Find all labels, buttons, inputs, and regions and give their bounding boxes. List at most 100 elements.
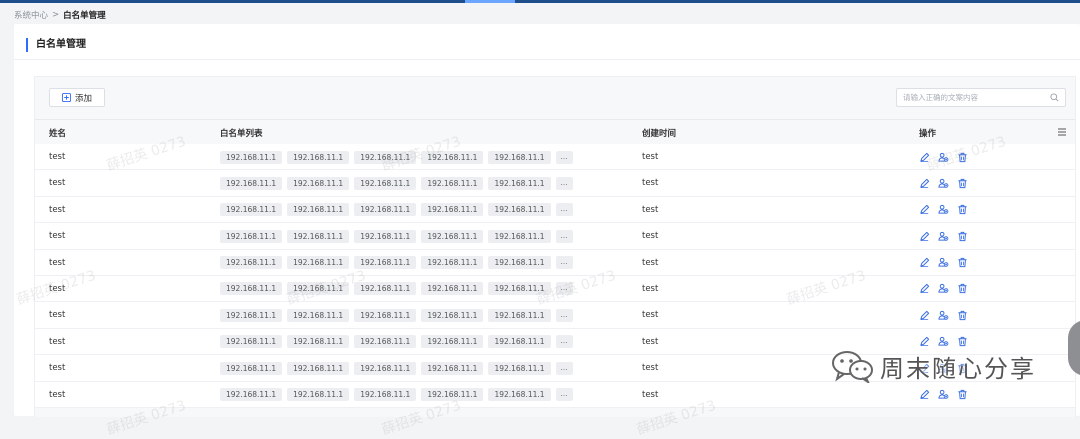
ip-tag: 192.168.11.1	[220, 335, 283, 349]
delete-icon[interactable]	[957, 283, 968, 294]
user-group-icon[interactable]	[938, 283, 949, 294]
title-divider	[14, 59, 1080, 60]
ip-tag: 192.168.11.1	[287, 335, 350, 349]
edit-icon[interactable]	[919, 204, 930, 215]
more-ips-tag[interactable]: ...	[555, 361, 573, 375]
delete-icon[interactable]	[957, 389, 968, 400]
row-ip-list: 192.168.11.1 192.168.11.1 192.168.11.1 192.…	[220, 276, 573, 302]
user-group-icon[interactable]	[938, 231, 949, 242]
table-header: 姓名 白名单列表 创建时间 操作	[35, 119, 1075, 144]
search-icon[interactable]	[1050, 93, 1059, 102]
edit-icon[interactable]	[919, 283, 930, 294]
more-ips-tag[interactable]: ...	[555, 282, 573, 296]
row-ip-list: 192.168.11.1 192.168.11.1 192.168.11.1 192.…	[220, 355, 573, 381]
delete-icon[interactable]	[957, 310, 968, 321]
ip-tag: 192.168.11.1	[287, 308, 350, 322]
ip-tag: 192.168.11.1	[287, 229, 350, 243]
column-settings-icon[interactable]	[1057, 127, 1067, 137]
breadcrumb-separator: >	[52, 10, 60, 20]
user-group-icon[interactable]	[938, 152, 949, 163]
row-ip-list: 192.168.11.1 192.168.11.1 192.168.11.1 192.…	[220, 144, 573, 170]
more-ips-tag[interactable]: ...	[555, 388, 573, 402]
ip-tag: 192.168.11.1	[220, 282, 283, 296]
ip-tag: 192.168.11.1	[354, 229, 417, 243]
search-box[interactable]	[896, 88, 1066, 107]
ip-tag: 192.168.11.1	[421, 361, 484, 375]
column-header-name: 姓名	[49, 129, 67, 139]
user-group-icon[interactable]	[938, 310, 949, 321]
table-row: test 192.168.11.1 192.168.11.1 192.168.11.1…	[35, 275, 1075, 303]
floating-button[interactable]	[1068, 320, 1080, 376]
edit-icon[interactable]	[919, 257, 930, 268]
active-tab-indicator	[465, 0, 515, 3]
row-created-time: test	[642, 336, 659, 347]
edit-icon[interactable]	[919, 389, 930, 400]
ip-tag: 192.168.11.1	[488, 150, 551, 164]
row-actions	[919, 197, 968, 223]
edit-icon[interactable]	[919, 178, 930, 189]
edit-icon[interactable]	[919, 152, 930, 163]
add-button[interactable]: 添加	[49, 88, 105, 107]
ip-tag: 192.168.11.1	[354, 308, 417, 322]
ip-tag: 192.168.11.1	[354, 176, 417, 190]
ip-tag: 192.168.11.1	[220, 308, 283, 322]
ip-tag: 192.168.11.1	[488, 388, 551, 402]
ip-tag: 192.168.11.1	[421, 229, 484, 243]
delete-icon[interactable]	[957, 152, 968, 163]
ip-tag: 192.168.11.1	[220, 361, 283, 375]
ip-tag: 192.168.11.1	[354, 256, 417, 270]
row-created-time: test	[642, 257, 659, 268]
delete-icon[interactable]	[957, 257, 968, 268]
user-group-icon[interactable]	[938, 389, 949, 400]
user-group-icon[interactable]	[938, 204, 949, 215]
ip-tag: 192.168.11.1	[354, 282, 417, 296]
row-name: test	[49, 336, 66, 347]
more-ips-tag[interactable]: ...	[555, 229, 573, 243]
table-row: test 192.168.11.1 192.168.11.1 192.168.11.1…	[35, 170, 1075, 197]
ip-tag: 192.168.11.1	[488, 308, 551, 322]
user-group-icon[interactable]	[938, 178, 949, 189]
ip-tag: 192.168.11.1	[421, 388, 484, 402]
ip-tag: 192.168.11.1	[287, 256, 350, 270]
edit-icon[interactable]	[919, 231, 930, 242]
search-input[interactable]	[903, 91, 1043, 104]
row-created-time: test	[642, 363, 659, 374]
ip-tag: 192.168.11.1	[421, 308, 484, 322]
more-ips-tag[interactable]: ...	[555, 150, 573, 164]
more-ips-tag[interactable]: ...	[555, 256, 573, 270]
wechat-logo-icon	[832, 351, 873, 383]
top-accent-bar	[0, 0, 1080, 3]
row-created-time: test	[642, 152, 659, 162]
ip-tag: 192.168.11.1	[287, 150, 350, 164]
more-ips-tag[interactable]: ...	[555, 203, 573, 217]
table-row: test 192.168.11.1 192.168.11.1 192.168.11.1…	[35, 144, 1075, 171]
more-ips-tag[interactable]: ...	[555, 335, 573, 349]
ip-tag: 192.168.11.1	[220, 229, 283, 243]
more-ips-tag[interactable]: ...	[555, 308, 573, 322]
ip-tag: 192.168.11.1	[354, 335, 417, 349]
ip-tag: 192.168.11.1	[421, 150, 484, 164]
row-actions	[919, 223, 968, 249]
column-header-ops: 操作	[919, 129, 937, 139]
row-name: test	[49, 178, 66, 189]
row-ip-list: 192.168.11.1 192.168.11.1 192.168.11.1 192.…	[220, 382, 573, 408]
breadcrumb-parent[interactable]: 系统中心	[14, 9, 48, 21]
add-icon	[61, 93, 71, 102]
delete-icon[interactable]	[957, 231, 968, 242]
edit-icon[interactable]	[919, 310, 930, 321]
user-group-icon[interactable]	[938, 257, 949, 268]
row-name: test	[49, 310, 66, 321]
more-ips-tag[interactable]: ...	[555, 176, 573, 190]
delete-icon[interactable]	[957, 204, 968, 215]
column-header-ips: 白名单列表	[220, 129, 263, 139]
ip-tag: 192.168.11.1	[421, 256, 484, 270]
delete-icon[interactable]	[957, 178, 968, 189]
row-created-time: test	[642, 389, 659, 400]
ip-tag: 192.168.11.1	[287, 176, 350, 190]
row-actions	[919, 276, 968, 302]
ip-tag: 192.168.11.1	[488, 176, 551, 190]
row-name: test	[49, 231, 66, 242]
row-actions	[919, 144, 968, 170]
row-created-time: test	[642, 310, 659, 321]
ip-tag: 192.168.11.1	[421, 335, 484, 349]
